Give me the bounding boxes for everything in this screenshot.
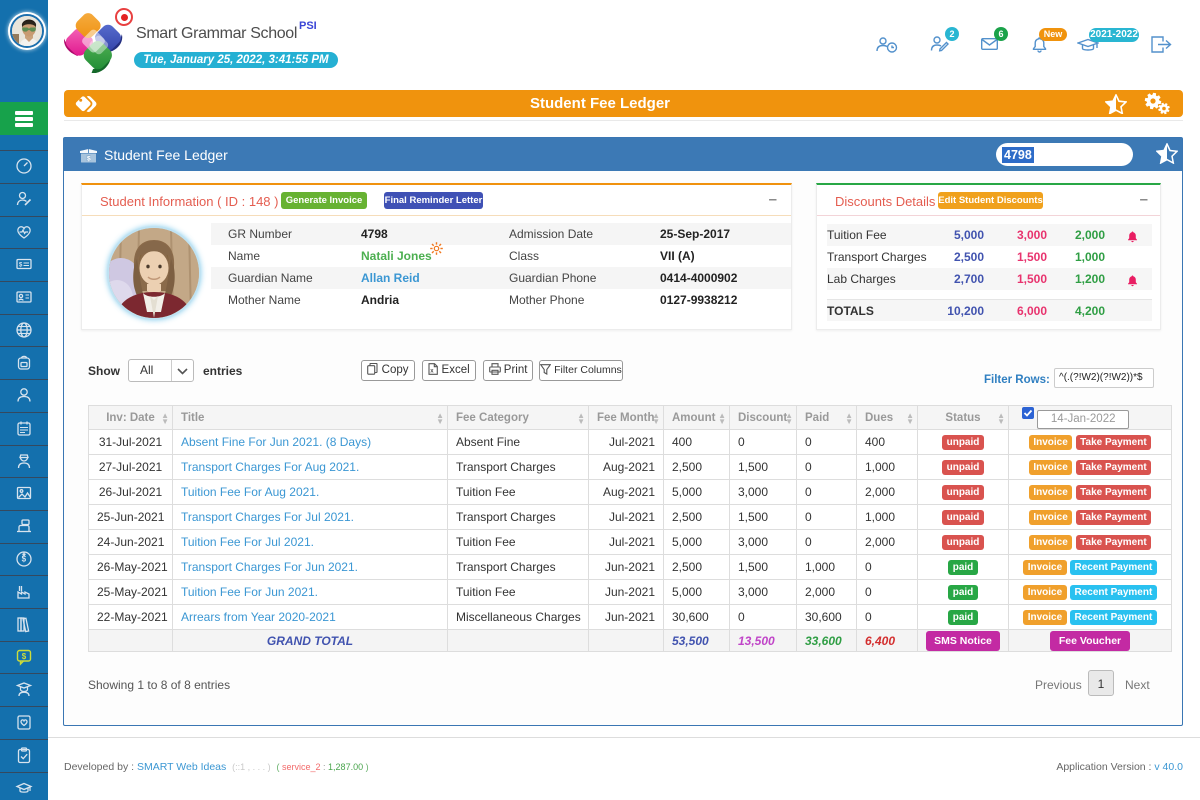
svg-text:$: $ — [87, 156, 91, 163]
svg-text:$: $ — [22, 651, 27, 660]
svg-text:x: x — [431, 368, 435, 374]
svg-text:$: $ — [19, 263, 23, 269]
